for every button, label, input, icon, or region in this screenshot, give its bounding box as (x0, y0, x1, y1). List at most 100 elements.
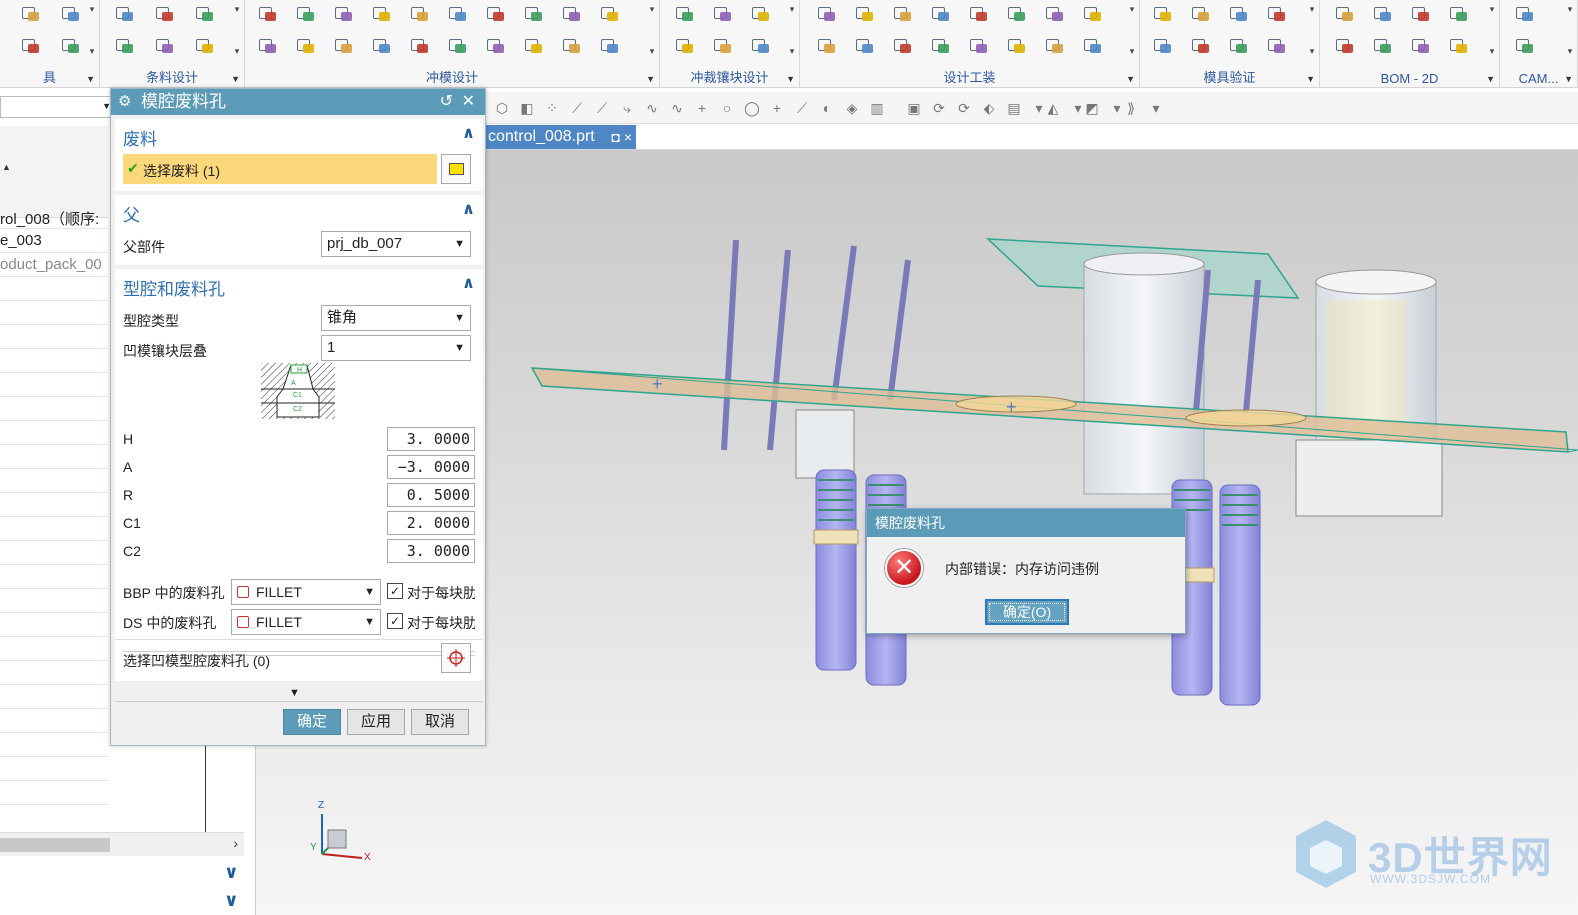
tool-icon[interactable] (1372, 36, 1394, 56)
tool-icon[interactable] (674, 36, 696, 56)
view-tool-icon[interactable]: ⬡ (494, 100, 510, 116)
gear-icon[interactable]: ⚙ (118, 89, 131, 115)
tool-icon[interactable] (1514, 4, 1536, 24)
group-dropdown-icon[interactable]: ▼ (1486, 74, 1495, 84)
param-value-input[interactable]: 3. 0000 (387, 539, 475, 563)
tool-icon[interactable] (561, 36, 583, 56)
cavity-type-select[interactable]: 锥角 ▼ (321, 305, 471, 331)
view-tool-icon[interactable]: ⟳ (956, 100, 972, 116)
horizontal-scrollbar[interactable]: › (0, 832, 244, 856)
tab-close-icon[interactable]: ◘ × (611, 125, 632, 149)
cancel-button[interactable]: 取消 (411, 709, 469, 735)
tool-icon[interactable] (930, 4, 952, 24)
ok-button[interactable]: 确定 (283, 709, 341, 735)
group-dropdown-icon[interactable]: ▼ (1306, 74, 1315, 84)
expand-preview-icon[interactable]: ∨ (224, 890, 239, 911)
group-dropdown-icon[interactable]: ▼ (786, 74, 795, 84)
tool-icon[interactable] (409, 4, 431, 24)
view-tool-icon[interactable]: + (694, 100, 710, 116)
section-title-parent[interactable]: 父 (123, 201, 140, 226)
tool-icon[interactable] (1228, 36, 1250, 56)
tool-icon[interactable] (1006, 4, 1028, 24)
tool-icon[interactable] (154, 36, 176, 56)
tool-icon[interactable] (1372, 4, 1394, 24)
view-tool-icon[interactable]: ▥ (869, 100, 885, 116)
tree-item[interactable]: rol_008（顺序: (0, 208, 108, 229)
view-tool-icon[interactable]: ◩ (1084, 100, 1100, 116)
group-dropdown-icon[interactable]: ▼ (1564, 74, 1573, 84)
tool-icon[interactable] (1044, 4, 1066, 24)
group-dropdown-icon[interactable]: ▼ (86, 74, 95, 84)
error-ok-button[interactable]: 确定(O) (985, 599, 1069, 625)
tool-icon[interactable] (371, 36, 393, 56)
tool-icon[interactable] (447, 36, 469, 56)
tool-icon[interactable] (333, 36, 355, 56)
tool-icon[interactable] (194, 36, 216, 56)
tool-icon[interactable] (1152, 4, 1174, 24)
ds-scrap-select[interactable]: FILLET ▼ (231, 609, 381, 635)
tool-icon[interactable] (1410, 36, 1432, 56)
group-dropdown-icon[interactable]: ▼ (1126, 74, 1135, 84)
view-tool-icon[interactable]: ∿ (644, 100, 660, 116)
navigator-filter-dropdown[interactable]: ▼ (0, 96, 116, 118)
more-tools-icon[interactable]: ▾ (87, 46, 97, 57)
view-tool-icon[interactable]: ▤ (1006, 100, 1022, 116)
tool-icon[interactable] (60, 36, 82, 56)
apply-button[interactable]: 应用 (347, 709, 405, 735)
tool-icon[interactable] (1514, 36, 1536, 56)
tree-item[interactable]: e_003 (0, 232, 108, 249)
bbp-each-block-checkbox[interactable]: ✓ (387, 583, 403, 599)
more-tools-icon[interactable]: ▾ (1487, 46, 1497, 57)
tool-icon[interactable] (20, 36, 42, 56)
ribbon-group-label[interactable]: 设计工装 (800, 67, 1139, 86)
tool-icon[interactable] (1228, 4, 1250, 24)
insert-stack-select[interactable]: 1 ▼ (321, 335, 471, 361)
group-dropdown-icon[interactable]: ▼ (231, 74, 240, 84)
section-title-cavity[interactable]: 型腔和废料孔 (123, 275, 225, 300)
tool-icon[interactable] (1082, 4, 1104, 24)
reset-icon[interactable]: ↺ (440, 89, 453, 115)
tool-icon[interactable] (257, 36, 279, 56)
ribbon-group-label[interactable]: 冲裁镶块设计 (660, 67, 799, 86)
more-tools-icon[interactable]: ▾ (1307, 4, 1317, 15)
ribbon-group-label[interactable]: 模具验证 (1140, 67, 1319, 86)
tool-icon[interactable] (750, 4, 772, 24)
dialog-title-bar[interactable]: ⚙ 模腔废料孔 ↺ ✕ (111, 89, 485, 115)
tab-control-008[interactable]: control_008.prt ◘ × (486, 125, 636, 149)
more-tools-icon[interactable]: ▾ (232, 46, 242, 57)
parent-part-select[interactable]: prj_db_007 ▼ (321, 231, 471, 257)
tool-icon[interactable] (114, 36, 136, 56)
view-tool-icon[interactable]: ⁘ (544, 100, 560, 116)
tool-icon[interactable] (712, 4, 734, 24)
tool-icon[interactable] (485, 36, 507, 56)
scroll-right-icon[interactable]: › (233, 835, 238, 851)
tool-icon[interactable] (1152, 36, 1174, 56)
view-tool-icon[interactable]: ∿ (669, 100, 685, 116)
error-title[interactable]: 模腔废料孔 (867, 509, 1185, 537)
view-tool-icon[interactable]: ▣ (906, 100, 922, 116)
view-tool-icon[interactable]: ◈ (844, 100, 860, 116)
tool-icon[interactable] (1190, 4, 1212, 24)
more-options-icon[interactable]: ▼ (289, 687, 300, 699)
view-tool-icon[interactable]: ⟋ (594, 100, 610, 116)
view-tool-icon[interactable]: ◐ (819, 100, 835, 116)
ribbon-group-label[interactable]: 冲模设计 (245, 67, 659, 86)
tool-icon[interactable] (1448, 4, 1470, 24)
more-tools-icon[interactable]: ▾ (1127, 4, 1137, 15)
tool-icon[interactable] (194, 4, 216, 24)
more-tools-icon[interactable]: ▾ (647, 4, 657, 15)
select-point-button[interactable] (441, 643, 471, 673)
tool-icon[interactable] (930, 36, 952, 56)
tool-icon[interactable] (1266, 36, 1288, 56)
select-scrap-row[interactable]: ✔ 选择废料 (1) (123, 154, 437, 184)
tree-item[interactable]: oduct_pack_00 (0, 256, 108, 273)
param-value-input[interactable]: 2. 0000 (387, 511, 475, 535)
section-title-scrap[interactable]: 废料 (123, 125, 157, 150)
param-value-input[interactable]: 0. 5000 (387, 483, 475, 507)
tool-icon[interactable] (1190, 36, 1212, 56)
tool-icon[interactable] (892, 36, 914, 56)
tool-icon[interactable] (816, 4, 838, 24)
tool-icon[interactable] (1006, 36, 1028, 56)
tool-icon[interactable] (20, 4, 42, 24)
bbp-scrap-select[interactable]: FILLET ▼ (231, 579, 381, 605)
